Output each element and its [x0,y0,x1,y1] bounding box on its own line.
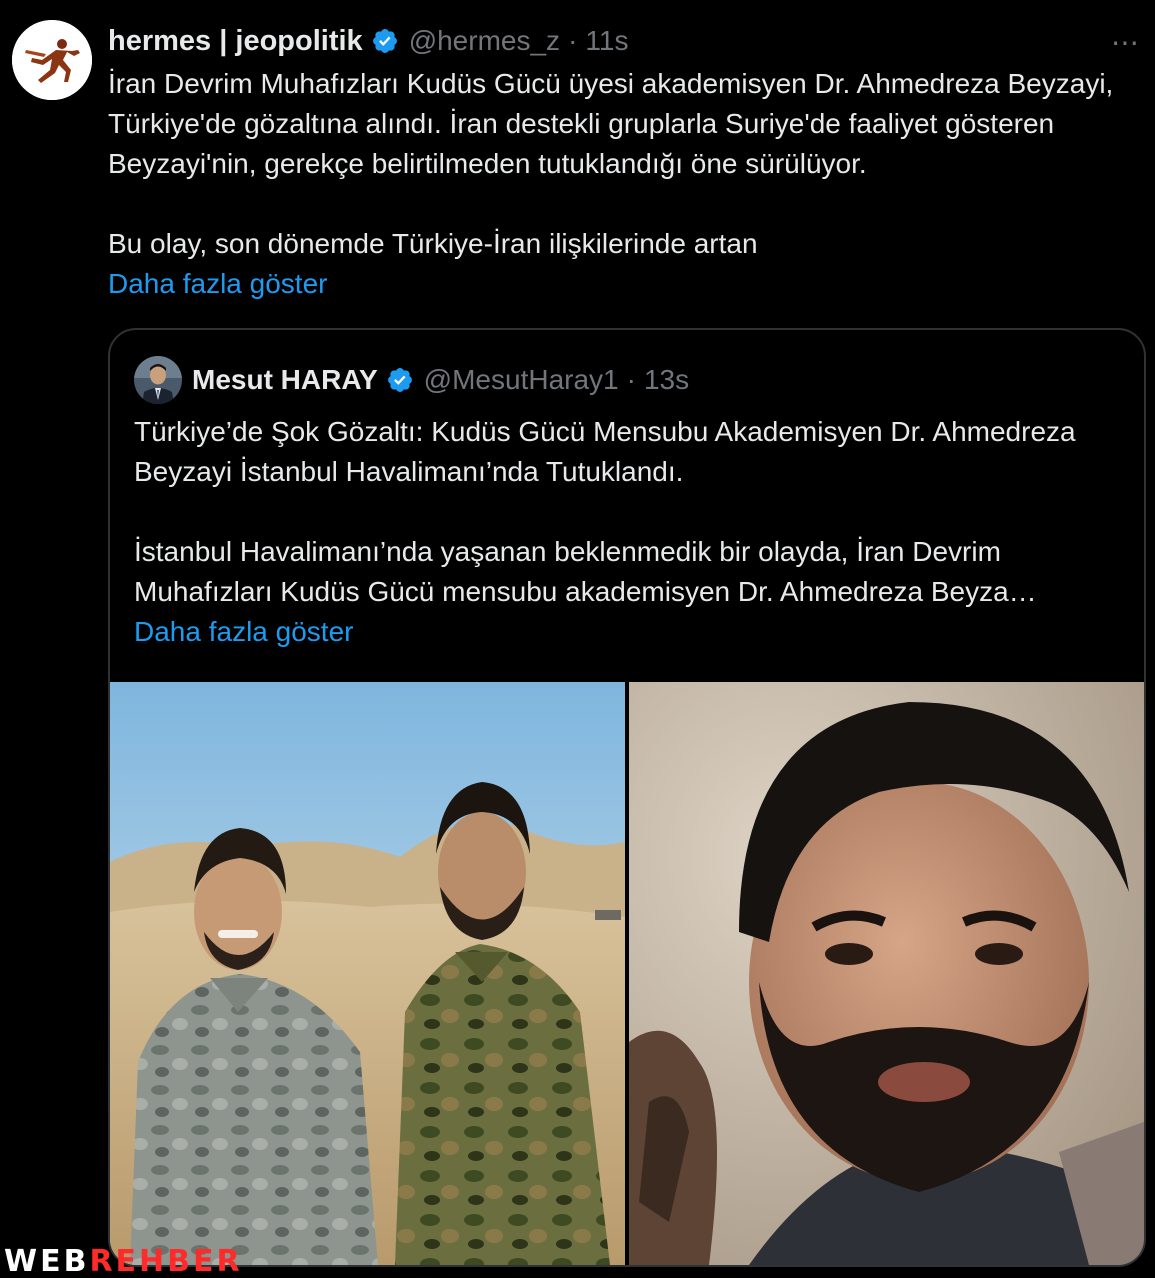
tweet-page: hermes | jeopolitik @hermes_z · 11s ⋯ İr… [0,0,1155,1278]
tweet-body: İran Devrim Muhafızları Kudüs Gücü üyesi… [108,64,1148,264]
tweet-paragraph: Bu olay, son dönemde Türkiye-İran ilişki… [108,228,758,259]
author-handle[interactable]: @hermes_z [409,25,560,57]
quoted-author-name[interactable]: Mesut HARAY [192,364,378,396]
quoted-tweet-body: Türkiye’de Şok Gözaltı: Kudüs Gücü Mensu… [134,412,1124,612]
show-more-link[interactable]: Daha fazla göster [108,264,327,304]
separator-dot: · [626,364,636,395]
runner-logo-icon [12,20,92,100]
quoted-tweet-timestamp[interactable]: 13s [644,364,689,396]
tweet-header: hermes | jeopolitik @hermes_z · 11s [108,22,628,60]
webrehber-watermark: WEBREHBER [4,1244,243,1278]
quoted-show-more-link[interactable]: Daha fazla göster [134,612,353,652]
verified-badge-icon[interactable] [371,27,399,55]
photo-two-men-in-camouflage[interactable] [110,682,625,1265]
quoted-tweet-paragraph: Türkiye’de Şok Gözaltı: Kudüs Gücü Mensu… [134,416,1076,487]
tweet-paragraph: İran Devrim Muhafızları Kudüs Gücü üyesi… [108,68,1114,179]
verified-badge-icon[interactable] [386,366,414,394]
watermark-part: REHBER [89,1244,243,1278]
quoted-author-avatar[interactable] [134,356,182,404]
more-options-icon[interactable]: ⋯ [1111,26,1141,59]
quoted-tweet-paragraph: İstanbul Havalimanı’nda yaşanan beklenme… [134,536,1037,607]
quoted-tweet-header: Mesut HARAY @MesutHaray1 · 13s [134,355,689,405]
tweet-timestamp[interactable]: 11s [585,25,628,57]
author-name[interactable]: hermes | jeopolitik [108,25,363,58]
watermark-part: WEB [4,1244,90,1278]
quoted-author-handle[interactable]: @MesutHaray1 [424,364,619,396]
photo-bearded-man-portrait[interactable] [629,682,1144,1265]
hermes-avatar[interactable] [12,20,92,100]
quoted-tweet-card[interactable]: Mesut HARAY @MesutHaray1 · 13s Türkiye’d… [108,328,1146,1267]
separator-dot: · [568,25,578,56]
